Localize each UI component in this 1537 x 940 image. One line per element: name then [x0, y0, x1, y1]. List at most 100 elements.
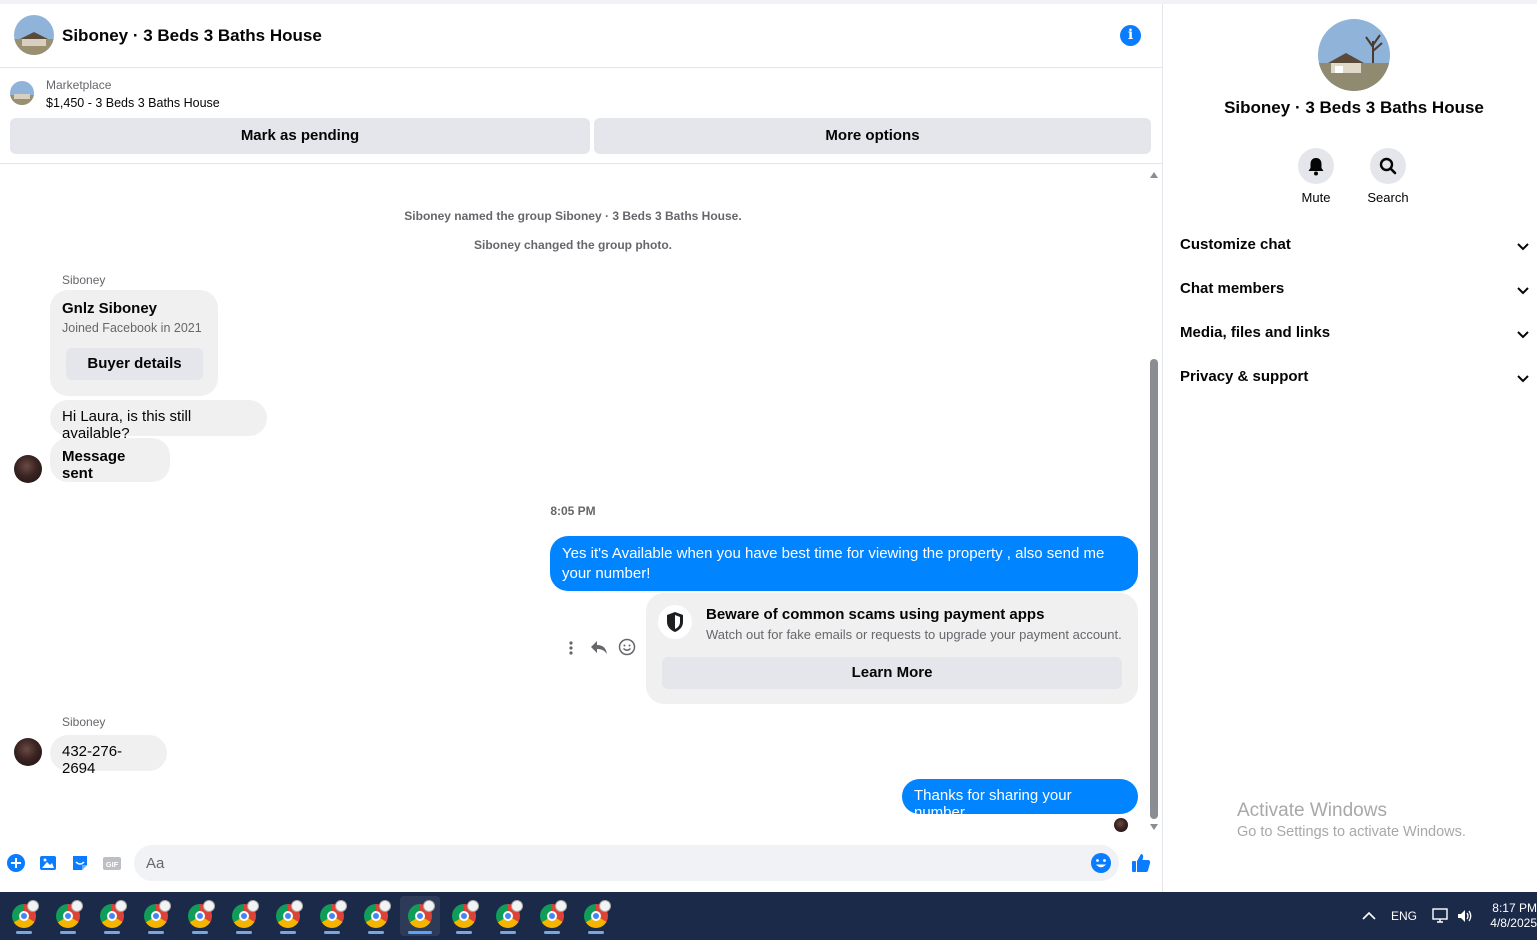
section-media-files-links[interactable]: Media, files and links [1180, 324, 1530, 348]
scroll-up-icon[interactable] [1149, 171, 1159, 179]
profile-badge-icon [203, 900, 215, 912]
message-bubble-out[interactable]: Thanks for sharing your number [902, 779, 1138, 821]
emoji-icon[interactable] [1090, 852, 1112, 874]
profile-badge-icon [27, 900, 39, 912]
panel-title: Siboney · 3 Beds 3 Baths House [1224, 98, 1484, 117]
section-label: Chat members [1180, 280, 1285, 297]
buyer-joined: Joined Facebook in 2021 [62, 321, 202, 335]
svg-text:GIF: GIF [106, 860, 119, 869]
message-bubble-in[interactable]: 432-276-2694 [50, 735, 167, 777]
taskbar-chrome-app[interactable] [356, 896, 396, 936]
marketplace-bar: Marketplace $1,450 - 3 Beds 3 Baths Hous… [0, 68, 1163, 164]
profile-badge-icon [423, 900, 435, 912]
clock[interactable]: 8:17 PM 4/8/2025 [1486, 901, 1537, 931]
taskbar-chrome-app[interactable] [224, 896, 264, 936]
taskbar-chrome-app[interactable] [444, 896, 484, 936]
message-bubble-out[interactable]: Yes it's Available when you have best ti… [550, 536, 1138, 591]
profile-badge-icon [115, 900, 127, 912]
taskbar-chrome-app[interactable] [180, 896, 220, 936]
chat-header: Siboney · 3 Beds 3 Baths House i [0, 4, 1163, 68]
chat-title: Siboney · 3 Beds 3 Baths House [62, 26, 322, 45]
section-chat-members[interactable]: Chat members [1180, 280, 1530, 304]
taskbar-chrome-app[interactable] [92, 896, 132, 936]
taskbar-chrome-app[interactable] [532, 896, 572, 936]
taskbar-chrome-app[interactable] [4, 896, 44, 936]
taskbar-chrome-app-active[interactable] [400, 896, 440, 936]
search-button[interactable]: Search [1352, 148, 1424, 205]
sender-avatar[interactable] [14, 455, 42, 483]
taskbar-chrome-app[interactable] [48, 896, 88, 936]
scrollbar[interactable] [1147, 171, 1159, 830]
profile-badge-icon [555, 900, 567, 912]
photo-icon[interactable] [38, 853, 58, 873]
chevron-down-icon [1517, 331, 1529, 339]
language-indicator[interactable]: ENG [1391, 892, 1417, 940]
taskbar-chrome-app[interactable] [136, 896, 176, 936]
search-label: Search [1367, 190, 1409, 205]
composer: GIF [0, 827, 1163, 892]
message-actions [562, 638, 642, 658]
clock-time: 8:17 PM [1492, 901, 1537, 915]
sticker-icon[interactable] [70, 853, 90, 873]
section-privacy-support[interactable]: Privacy & support [1180, 368, 1530, 392]
more-options-button[interactable]: More options [594, 118, 1151, 154]
profile-badge-icon [599, 900, 611, 912]
profile-badge-icon [291, 900, 303, 912]
gif-icon[interactable]: GIF [102, 853, 122, 873]
marketplace-label: Marketplace [46, 78, 112, 92]
running-indicator [456, 931, 472, 934]
running-indicator [280, 931, 296, 934]
profile-badge-icon [335, 900, 347, 912]
buyer-details-button[interactable]: Buyer details [66, 348, 203, 380]
running-indicator [16, 931, 32, 934]
taskbar-chrome-app[interactable] [488, 896, 528, 936]
profile-badge-icon [467, 900, 479, 912]
chevron-down-icon [1517, 287, 1529, 295]
running-indicator [324, 931, 340, 934]
running-indicator [192, 931, 208, 934]
system-message: Siboney named the group Siboney · 3 Beds… [404, 209, 742, 223]
taskbar-chrome-app[interactable] [312, 896, 352, 936]
message-input[interactable] [134, 845, 1119, 881]
scam-warning-card: Beware of common scams using payment app… [646, 593, 1138, 704]
message-bubble-in[interactable]: Hi Laura, is this still available? [50, 400, 267, 442]
screen: Siboney · 3 Beds 3 Baths House i Marketp… [0, 0, 1537, 940]
more-icon[interactable] [566, 640, 576, 656]
system-message: Siboney changed the group photo. [474, 238, 672, 252]
running-indicator [500, 931, 516, 934]
learn-more-button[interactable]: Learn More [662, 657, 1122, 689]
watermark-title: Activate Windows [1237, 800, 1387, 821]
message-bubble-in[interactable]: Message sent [50, 438, 170, 482]
sender-avatar[interactable] [14, 738, 42, 766]
mute-button[interactable]: Mute [1280, 148, 1352, 205]
mute-label: Mute [1301, 190, 1331, 205]
scam-warning-title: Beware of common scams using payment app… [706, 606, 1045, 623]
buyer-name: Gnlz Siboney [62, 300, 158, 317]
profile-badge-icon [159, 900, 171, 912]
running-indicator [588, 931, 604, 934]
scrollbar-thumb[interactable] [1150, 359, 1158, 819]
plus-icon[interactable] [6, 853, 26, 873]
group-photo-large[interactable] [1318, 19, 1390, 91]
running-indicator [368, 931, 384, 934]
mark-as-pending-button[interactable]: Mark as pending [10, 118, 590, 154]
taskbar-chrome-app[interactable] [576, 896, 616, 936]
running-indicator [104, 931, 120, 934]
activate-windows-watermark: Activate Windows Go to Settings to activ… [1237, 800, 1466, 840]
info-icon[interactable]: i [1120, 25, 1141, 46]
reply-icon[interactable] [590, 639, 608, 655]
listing-thumbnail[interactable] [10, 81, 34, 105]
chevron-up-icon[interactable] [1362, 910, 1376, 922]
section-customize-chat[interactable]: Customize chat [1180, 236, 1530, 260]
taskbar-chrome-app[interactable] [268, 896, 308, 936]
running-indicator [60, 931, 76, 934]
running-indicator [236, 931, 252, 934]
network-icon[interactable] [1432, 908, 1450, 924]
listing-title[interactable]: $1,450 - 3 Beds 3 Baths House [46, 96, 220, 110]
react-icon[interactable] [618, 638, 636, 656]
volume-icon[interactable] [1456, 908, 1474, 924]
search-icon [1370, 148, 1406, 184]
group-photo-avatar[interactable] [14, 15, 54, 55]
like-icon[interactable] [1130, 852, 1152, 874]
profile-badge-icon [247, 900, 259, 912]
